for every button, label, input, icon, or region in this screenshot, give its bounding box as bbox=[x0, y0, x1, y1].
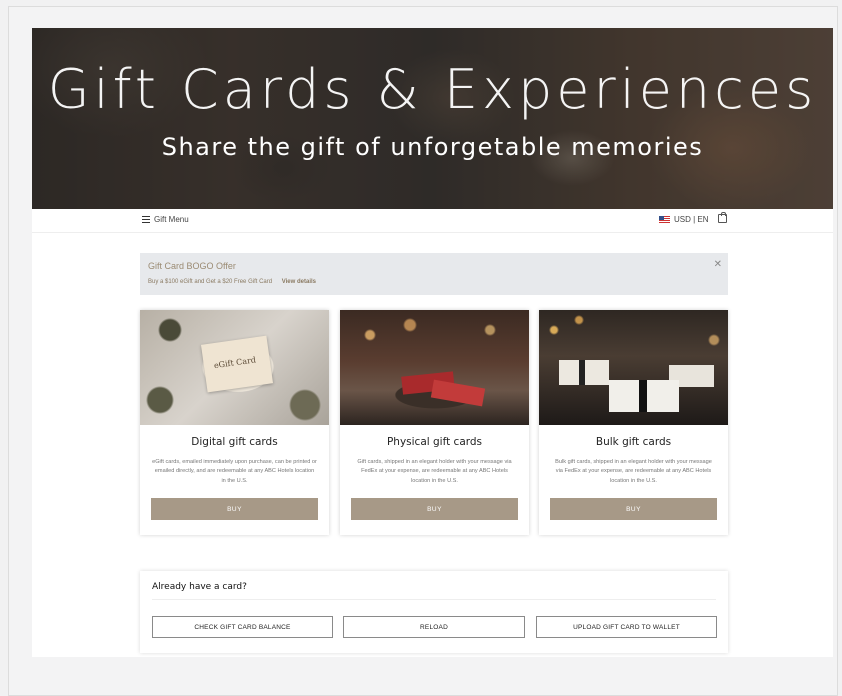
gift-box-shape bbox=[559, 360, 609, 385]
promo-banner: Gift Card BOGO Offer Buy a $100 eGift an… bbox=[140, 253, 728, 295]
card-description: Gift cards, shipped in an elegant holder… bbox=[357, 459, 512, 484]
panel-title: Already have a card? bbox=[152, 582, 247, 592]
locale-label: USD | EN bbox=[674, 215, 709, 224]
browser-frame: Gift Cards & Experiences Share the gift … bbox=[8, 6, 838, 696]
card-title: Digital gift cards bbox=[191, 436, 278, 448]
promo-title: Gift Card BOGO Offer bbox=[148, 261, 236, 271]
reload-button[interactable]: RELOAD bbox=[343, 616, 525, 638]
page: Gift Cards & Experiences Share the gift … bbox=[32, 28, 833, 657]
hero-banner: Gift Cards & Experiences Share the gift … bbox=[32, 28, 833, 209]
us-flag-icon bbox=[659, 216, 670, 223]
gift-menu-button[interactable]: Gift Menu bbox=[142, 215, 189, 224]
currency-language-selector[interactable]: USD | EN bbox=[659, 215, 709, 224]
view-details-link[interactable]: View details bbox=[282, 279, 316, 285]
card-description: Bulk gift cards, shipped in an elegant h… bbox=[555, 459, 712, 484]
divider bbox=[152, 599, 716, 600]
card-description: eGift cards, emailed immediately upon pu… bbox=[152, 459, 317, 484]
already-have-card-panel: Already have a card? CHECK GIFT CARD BAL… bbox=[140, 571, 728, 653]
upload-to-wallet-button[interactable]: UPLOAD GIFT CARD TO WALLET bbox=[536, 616, 717, 638]
card-title: Bulk gift cards bbox=[595, 436, 672, 448]
cart-icon[interactable] bbox=[718, 212, 727, 223]
envelope-shape bbox=[430, 379, 486, 407]
gift-box-shape bbox=[609, 380, 679, 412]
bulk-gift-card-image bbox=[539, 310, 728, 425]
physical-gift-card-image bbox=[340, 310, 529, 425]
hero-title: Gift Cards & Experiences bbox=[47, 58, 818, 121]
buy-button[interactable]: BUY bbox=[151, 498, 318, 520]
gift-menu-label: Gift Menu bbox=[154, 215, 189, 224]
buy-button[interactable]: BUY bbox=[351, 498, 518, 520]
card-bulk: Bulk gift cards Bulk gift cards, shipped… bbox=[539, 310, 728, 535]
digital-gift-card-image: eGift Card bbox=[140, 310, 329, 425]
check-balance-button[interactable]: CHECK GIFT CARD BALANCE bbox=[152, 616, 333, 638]
promo-description: Buy a $100 eGift and Get a $20 Free Gift… bbox=[148, 279, 273, 285]
top-bar: Gift Menu USD | EN bbox=[32, 209, 833, 233]
egift-card-illustration: eGift Card bbox=[200, 335, 274, 393]
promo-text: Buy a $100 eGift and Get a $20 Free Gift… bbox=[148, 279, 316, 285]
card-digital: eGift Card Digital gift cards eGift card… bbox=[140, 310, 329, 535]
egift-card-text: eGift Card bbox=[213, 355, 257, 371]
card-physical: Physical gift cards Gift cards, shipped … bbox=[340, 310, 529, 535]
menu-icon bbox=[142, 216, 150, 223]
buy-button[interactable]: BUY bbox=[550, 498, 717, 520]
hero-subtitle: Share the gift of unforgetable memories bbox=[161, 133, 704, 161]
card-title: Physical gift cards bbox=[386, 436, 483, 448]
close-icon[interactable]: ✕ bbox=[714, 259, 722, 270]
